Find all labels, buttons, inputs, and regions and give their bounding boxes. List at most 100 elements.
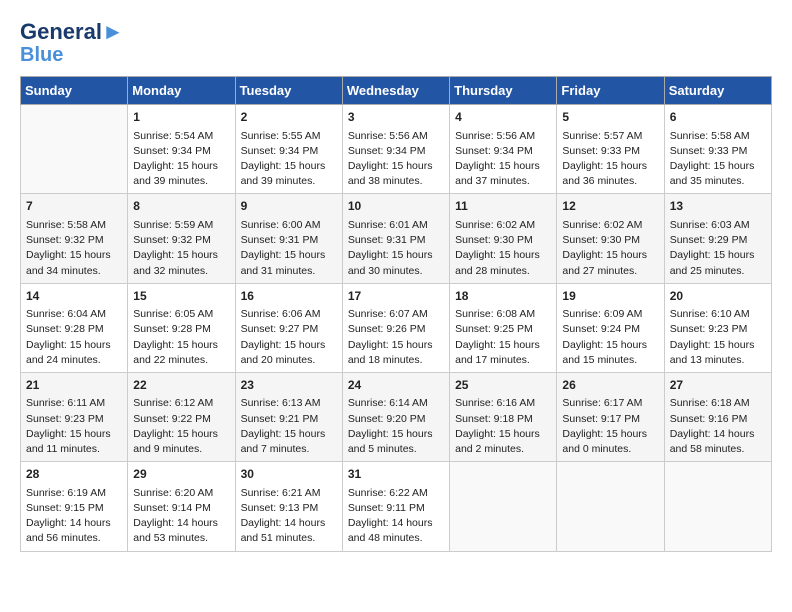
calendar-cell: 2Sunrise: 5:55 AMSunset: 9:34 PMDaylight… [235,105,342,194]
cell-content: Sunset: 9:22 PM [133,412,229,427]
cell-content: Sunset: 9:11 PM [348,501,444,516]
cell-content: Sunrise: 5:55 AM [241,129,337,144]
cell-content: Sunset: 9:25 PM [455,322,551,337]
column-header-friday: Friday [557,77,664,105]
cell-content: Daylight: 15 hours [26,248,122,263]
cell-content: Daylight: 14 hours [670,427,766,442]
cell-content: Sunset: 9:33 PM [562,144,658,159]
cell-content: Sunset: 9:34 PM [133,144,229,159]
cell-content: Sunset: 9:21 PM [241,412,337,427]
calendar-cell: 13Sunrise: 6:03 AMSunset: 9:29 PMDayligh… [664,194,771,283]
cell-content: Sunset: 9:20 PM [348,412,444,427]
cell-content: and 5 minutes. [348,442,444,457]
cell-content: and 51 minutes. [241,531,337,546]
cell-content: Sunset: 9:33 PM [670,144,766,159]
cell-content: and 38 minutes. [348,174,444,189]
cell-content: and 32 minutes. [133,264,229,279]
cell-content: Sunrise: 6:05 AM [133,307,229,322]
day-number: 27 [670,377,766,394]
cell-content: Sunset: 9:17 PM [562,412,658,427]
cell-content: Sunrise: 6:16 AM [455,396,551,411]
cell-content: Sunset: 9:18 PM [455,412,551,427]
cell-content: Daylight: 15 hours [670,248,766,263]
cell-content: Daylight: 15 hours [348,427,444,442]
calendar-cell [450,462,557,551]
cell-content: Sunset: 9:27 PM [241,322,337,337]
cell-content: and 27 minutes. [562,264,658,279]
cell-content: Sunrise: 6:03 AM [670,218,766,233]
column-header-tuesday: Tuesday [235,77,342,105]
cell-content: and 2 minutes. [455,442,551,457]
day-number: 31 [348,466,444,483]
cell-content: and 36 minutes. [562,174,658,189]
cell-content: Sunset: 9:15 PM [26,501,122,516]
day-number: 11 [455,198,551,215]
calendar-cell [557,462,664,551]
calendar-cell: 9Sunrise: 6:00 AMSunset: 9:31 PMDaylight… [235,194,342,283]
cell-content: Sunset: 9:13 PM [241,501,337,516]
cell-content: Sunrise: 6:10 AM [670,307,766,322]
calendar-cell: 6Sunrise: 5:58 AMSunset: 9:33 PMDaylight… [664,105,771,194]
calendar-cell: 17Sunrise: 6:07 AMSunset: 9:26 PMDayligh… [342,283,449,372]
cell-content: Sunset: 9:24 PM [562,322,658,337]
cell-content: and 35 minutes. [670,174,766,189]
calendar-cell: 3Sunrise: 5:56 AMSunset: 9:34 PMDaylight… [342,105,449,194]
calendar-cell [664,462,771,551]
calendar-cell: 8Sunrise: 5:59 AMSunset: 9:32 PMDaylight… [128,194,235,283]
cell-content: Sunrise: 6:19 AM [26,486,122,501]
calendar-cell: 22Sunrise: 6:12 AMSunset: 9:22 PMDayligh… [128,372,235,461]
cell-content: Sunrise: 6:17 AM [562,396,658,411]
cell-content: Sunrise: 6:08 AM [455,307,551,322]
calendar-cell: 4Sunrise: 5:56 AMSunset: 9:34 PMDaylight… [450,105,557,194]
day-number: 26 [562,377,658,394]
cell-content: and 53 minutes. [133,531,229,546]
cell-content: Sunrise: 6:21 AM [241,486,337,501]
day-number: 20 [670,288,766,305]
day-number: 4 [455,109,551,126]
calendar-cell: 21Sunrise: 6:11 AMSunset: 9:23 PMDayligh… [21,372,128,461]
cell-content: Daylight: 15 hours [241,248,337,263]
day-number: 24 [348,377,444,394]
cell-content: Sunset: 9:29 PM [670,233,766,248]
cell-content: Daylight: 15 hours [562,427,658,442]
cell-content: Daylight: 15 hours [455,248,551,263]
cell-content: Sunset: 9:28 PM [133,322,229,337]
cell-content: Daylight: 14 hours [133,516,229,531]
cell-content: Sunrise: 6:01 AM [348,218,444,233]
cell-content: Sunrise: 6:11 AM [26,396,122,411]
cell-content: and 20 minutes. [241,353,337,368]
calendar-cell: 30Sunrise: 6:21 AMSunset: 9:13 PMDayligh… [235,462,342,551]
cell-content: Sunrise: 5:57 AM [562,129,658,144]
cell-content: and 48 minutes. [348,531,444,546]
calendar-cell: 19Sunrise: 6:09 AMSunset: 9:24 PMDayligh… [557,283,664,372]
cell-content: and 25 minutes. [670,264,766,279]
cell-content: Sunset: 9:26 PM [348,322,444,337]
cell-content: Sunrise: 6:12 AM [133,396,229,411]
cell-content: Daylight: 15 hours [670,159,766,174]
cell-content: and 18 minutes. [348,353,444,368]
cell-content: Sunset: 9:14 PM [133,501,229,516]
day-number: 19 [562,288,658,305]
cell-content: Sunset: 9:16 PM [670,412,766,427]
day-number: 15 [133,288,229,305]
column-header-saturday: Saturday [664,77,771,105]
calendar-cell: 25Sunrise: 6:16 AMSunset: 9:18 PMDayligh… [450,372,557,461]
cell-content: and 58 minutes. [670,442,766,457]
column-header-wednesday: Wednesday [342,77,449,105]
cell-content: and 15 minutes. [562,353,658,368]
column-header-thursday: Thursday [450,77,557,105]
day-number: 28 [26,466,122,483]
calendar-header-row: SundayMondayTuesdayWednesdayThursdayFrid… [21,77,772,105]
cell-content: Daylight: 15 hours [348,248,444,263]
cell-content: Sunrise: 6:04 AM [26,307,122,322]
day-number: 16 [241,288,337,305]
cell-content: Daylight: 14 hours [241,516,337,531]
cell-content: Daylight: 15 hours [455,338,551,353]
cell-content: Daylight: 15 hours [455,159,551,174]
cell-content: Sunset: 9:34 PM [241,144,337,159]
calendar-cell: 10Sunrise: 6:01 AMSunset: 9:31 PMDayligh… [342,194,449,283]
cell-content: Daylight: 15 hours [241,427,337,442]
logo: General► Blue [20,20,124,66]
cell-content: and 11 minutes. [26,442,122,457]
cell-content: and 22 minutes. [133,353,229,368]
